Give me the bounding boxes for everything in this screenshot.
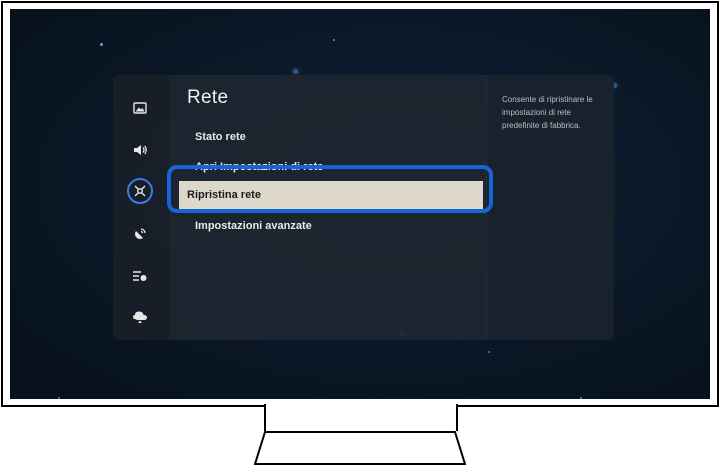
background-star <box>580 397 582 399</box>
description-text: Consente di ripristinare le impostazioni… <box>502 95 593 130</box>
picture-icon[interactable] <box>127 95 153 121</box>
background-star <box>333 39 335 41</box>
menu-item-network-status[interactable]: Stato rete <box>195 131 246 143</box>
background-star <box>58 397 60 399</box>
background-star <box>488 351 490 353</box>
monitor-neck <box>264 404 458 431</box>
support-icon[interactable] <box>127 304 153 330</box>
settings-sidebar <box>113 75 169 340</box>
description-pane: Consente di ripristinare le impostazioni… <box>486 75 614 340</box>
monitor-base <box>254 431 466 465</box>
tv-screen: Rete Stato rete Apri Impostazioni di ret… <box>10 9 710 399</box>
focus-highlight <box>167 165 493 213</box>
sound-icon[interactable] <box>127 137 153 163</box>
page-title: Rete <box>187 87 229 108</box>
menu-item-advanced-settings[interactable]: Impostazioni avanzate <box>195 220 312 232</box>
general-icon[interactable] <box>127 263 153 289</box>
broadcast-icon[interactable] <box>127 221 153 247</box>
background-star <box>100 43 103 46</box>
monitor-frame: Rete Stato rete Apri Impostazioni di ret… <box>1 1 719 407</box>
network-icon[interactable] <box>127 178 153 204</box>
background-star <box>293 69 298 74</box>
